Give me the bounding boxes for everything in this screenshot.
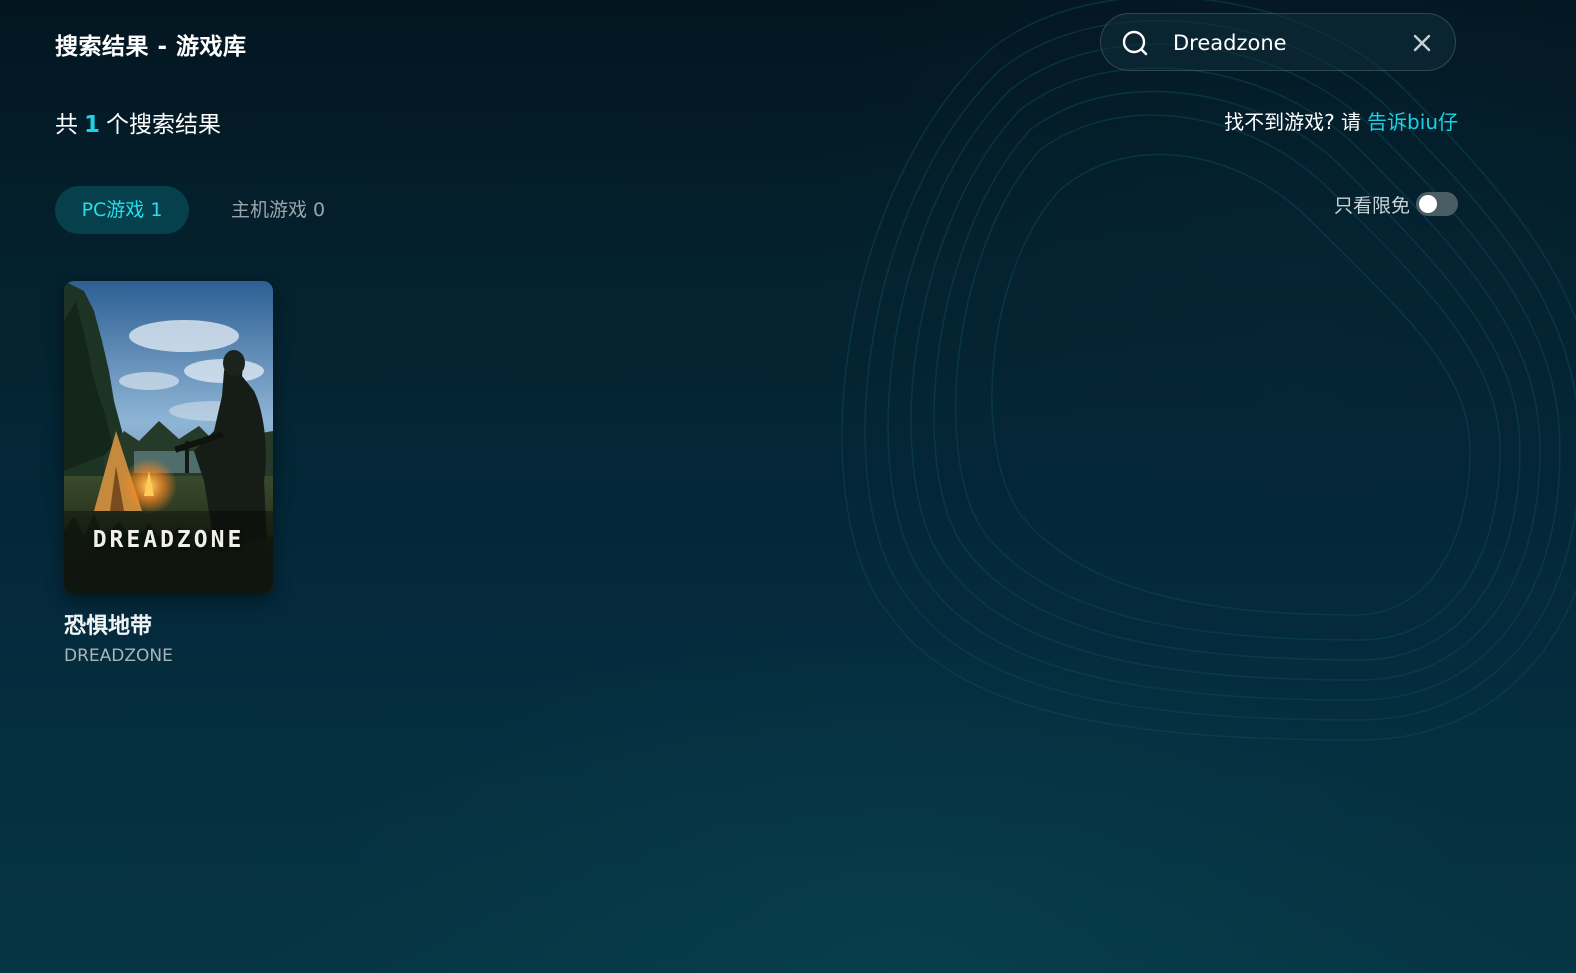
search-icon[interactable] bbox=[1121, 29, 1151, 59]
free-only-label: 只看限免 bbox=[1333, 195, 1410, 217]
feedback-link[interactable]: 告诉biu仔 bbox=[1367, 110, 1458, 134]
game-cover-logo: DREADZONE bbox=[92, 527, 245, 553]
game-title-cn[interactable]: 恐惧地带 bbox=[64, 608, 273, 640]
result-count: 共 1 个搜索结果 bbox=[55, 105, 221, 139]
search-box[interactable] bbox=[1100, 13, 1456, 71]
game-title-en: DREADZONE bbox=[64, 646, 173, 666]
tab-console-games[interactable]: 主机游戏 0 bbox=[231, 186, 325, 234]
game-cover-image[interactable]: DREADZONE bbox=[64, 281, 273, 594]
feedback-text: 找不到游戏? 请 bbox=[1224, 110, 1362, 134]
feedback-prompt: 找不到游戏? 请告诉biu仔 bbox=[1224, 106, 1458, 135]
page-title: 搜索结果 - 游戏库 bbox=[55, 34, 247, 60]
tab-pc-games[interactable]: PC游戏 1 bbox=[55, 186, 189, 234]
result-count-suffix: 个搜索结果 bbox=[106, 112, 222, 138]
close-icon[interactable] bbox=[1411, 32, 1433, 54]
toggle-knob bbox=[1419, 195, 1437, 213]
result-count-number: 1 bbox=[84, 112, 101, 138]
game-card[interactable]: DREADZONE 恐惧地带 DREADZONE bbox=[64, 281, 273, 666]
search-input[interactable] bbox=[1173, 26, 1393, 60]
free-only-toggle[interactable] bbox=[1416, 192, 1458, 216]
result-count-prefix: 共 bbox=[55, 112, 78, 138]
